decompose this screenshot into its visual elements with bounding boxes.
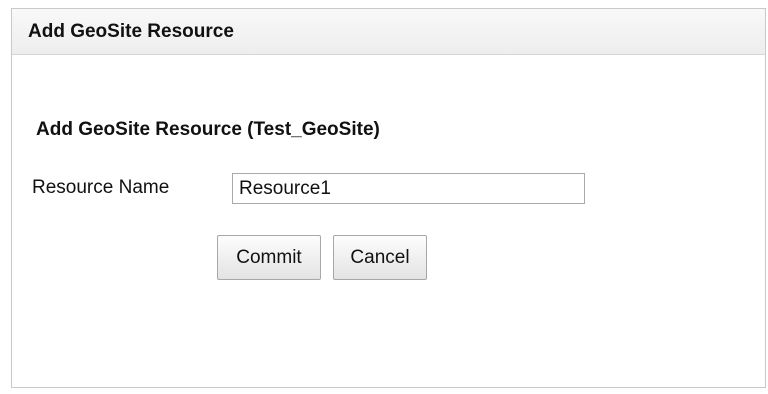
- resource-name-label: Resource Name: [32, 177, 170, 198]
- cancel-button[interactable]: Cancel: [333, 235, 427, 280]
- add-geosite-resource-dialog: Add GeoSite Resource Add GeoSite Resourc…: [11, 8, 766, 388]
- dialog-title: Add GeoSite Resource: [28, 20, 234, 42]
- dialog-title-bar: Add GeoSite Resource: [12, 9, 765, 55]
- resource-name-input[interactable]: [232, 173, 585, 204]
- commit-button[interactable]: Commit: [217, 235, 321, 280]
- form-heading: Add GeoSite Resource (Test_GeoSite): [36, 119, 380, 140]
